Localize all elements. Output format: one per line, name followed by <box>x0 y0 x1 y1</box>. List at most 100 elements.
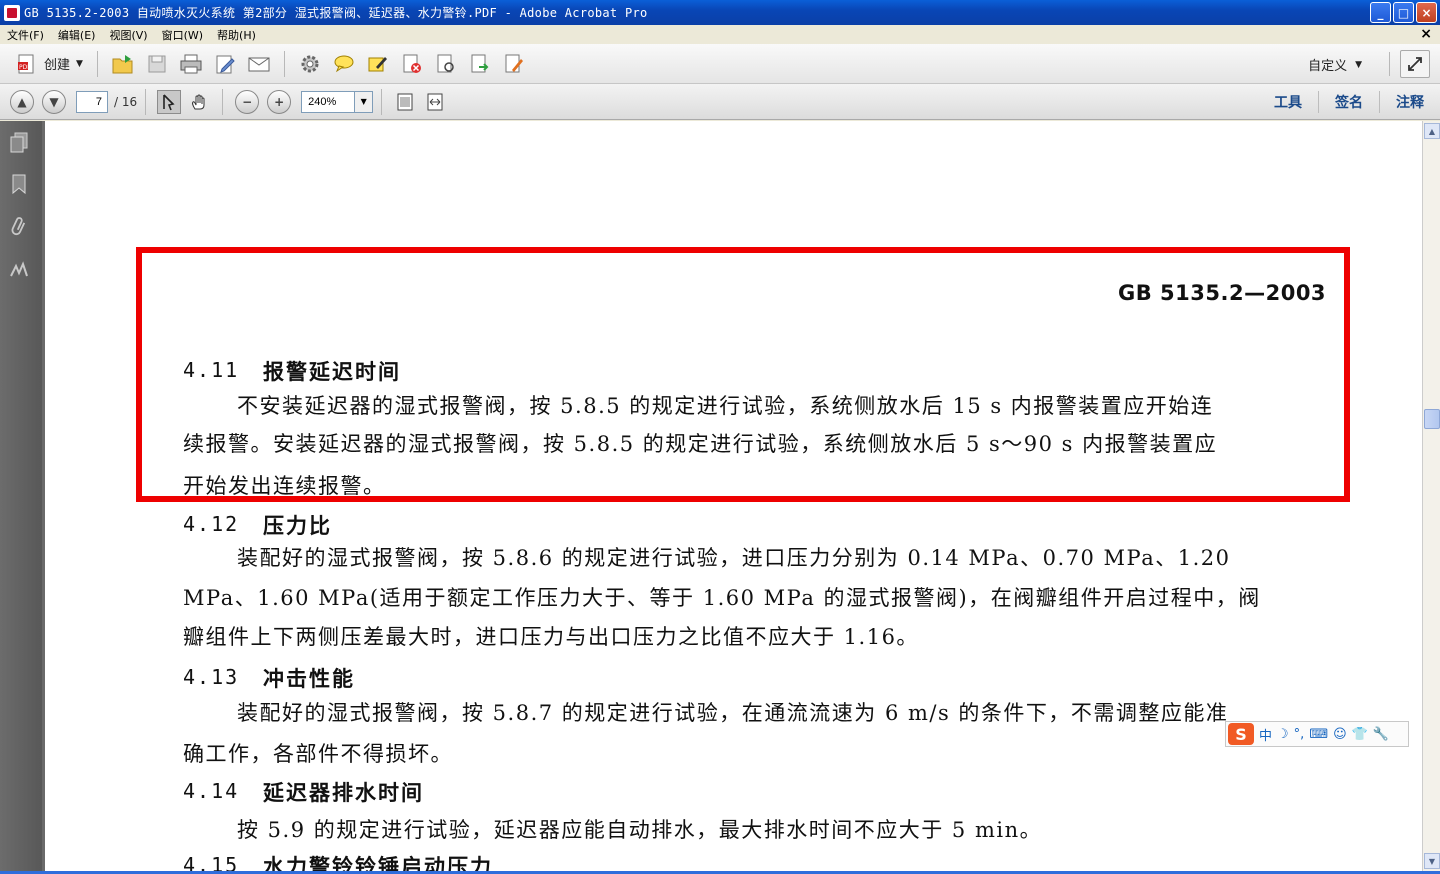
zoom-in-button[interactable]: + <box>267 89 292 114</box>
sogou-logo-icon[interactable]: S <box>1228 723 1254 745</box>
hand-icon <box>192 94 205 109</box>
page-total: / 16 <box>114 94 138 109</box>
toolbar-divider <box>283 50 285 77</box>
chevron-down-icon: ▼ <box>1355 59 1362 70</box>
sign-doc-button[interactable] <box>500 50 528 78</box>
search-pages-button[interactable] <box>432 50 460 78</box>
next-page-button[interactable]: ▼ <box>42 89 66 114</box>
menu-help[interactable]: 帮助(H) <box>210 27 263 43</box>
svg-text:PDF: PDF <box>19 64 31 71</box>
gear-icon <box>301 55 319 72</box>
toolbar-divider <box>381 88 383 115</box>
toolbar-divider <box>1389 52 1390 76</box>
email-button[interactable] <box>245 50 273 78</box>
main-toolbar: PDF 创建 ▼ 自定义 ▼ <box>0 44 1440 84</box>
paragraph-line: 装配好的湿式报警阀，按 5.8.6 的规定进行试验，进口压力分别为 0.14 M… <box>237 546 1231 570</box>
zoom-input[interactable] <box>301 90 356 113</box>
acrobat-icon <box>4 4 20 21</box>
attachments-button[interactable] <box>8 216 30 238</box>
bookmarks-button[interactable] <box>8 173 30 195</box>
toolbar-divider <box>222 88 224 115</box>
create-label: 创建 <box>44 58 71 73</box>
highlight-button[interactable] <box>364 50 392 78</box>
open-folder-icon <box>112 54 133 73</box>
export-button[interactable] <box>466 50 494 78</box>
highlighter-icon <box>368 56 387 71</box>
scroll-down-icon[interactable]: ▼ <box>1424 853 1440 869</box>
vertical-scrollbar[interactable]: ▲ ▼ <box>1422 121 1440 874</box>
page-number-input[interactable] <box>76 90 108 113</box>
arrow-up-icon: ▲ <box>17 94 27 109</box>
fit-width-icon <box>427 93 443 110</box>
punctuation-icon[interactable]: °, <box>1294 727 1305 742</box>
edit-button[interactable] <box>211 50 239 78</box>
scroll-up-icon[interactable]: ▲ <box>1424 123 1440 139</box>
section-title: 压力比 <box>263 514 332 538</box>
delete-page-icon <box>403 54 421 73</box>
close-document-icon[interactable]: × <box>1420 26 1432 42</box>
zoom-out-button[interactable]: − <box>235 89 260 114</box>
menu-edit[interactable]: 编辑(E) <box>51 27 103 43</box>
fit-page-icon <box>397 93 413 110</box>
pages-icon <box>10 132 28 153</box>
fullscreen-button[interactable] <box>1400 50 1430 78</box>
skin-icon[interactable]: 👕 <box>1352 727 1368 742</box>
previous-page-button[interactable]: ▲ <box>10 89 34 114</box>
text-cursor-icon <box>163 93 175 110</box>
signatures-button[interactable] <box>8 259 30 281</box>
signature-icon <box>10 261 28 277</box>
settings-button[interactable] <box>296 50 324 78</box>
select-tool-button[interactable] <box>157 89 182 114</box>
menu-window[interactable]: 窗口(W) <box>155 27 210 43</box>
expand-arrows-icon <box>1408 57 1422 71</box>
maximize-button[interactable]: □ <box>1393 2 1414 23</box>
close-button[interactable]: × <box>1416 2 1437 23</box>
save-button[interactable] <box>143 50 171 78</box>
comment-pane-link[interactable]: 注释 <box>1379 91 1440 113</box>
comment-button[interactable] <box>330 50 358 78</box>
printer-icon <box>180 54 202 73</box>
section-title: 冲击性能 <box>263 667 355 691</box>
menu-bar: 文件(F) 编辑(E) 视图(V) 窗口(W) 帮助(H) × <box>0 25 1440 44</box>
create-button[interactable]: PDF 创建 ▼ <box>10 49 89 79</box>
customize-label: 自定义 <box>1308 59 1348 74</box>
paragraph-line: 确工作，各部件不得损坏。 <box>183 742 453 766</box>
delete-page-button[interactable] <box>398 50 426 78</box>
menu-file[interactable]: 文件(F) <box>0 27 51 43</box>
open-button[interactable] <box>109 50 137 78</box>
minus-icon: − <box>242 94 253 109</box>
plus-icon: + <box>274 94 285 109</box>
window-title: GB 5135.2-2003 自动喷水灭火系统 第2部分 湿式报警阀、延迟器、水… <box>24 6 648 20</box>
paragraph-line: MPa、1.60 MPa(适用于额定工作压力大于、等于 1.60 MPa 的湿式… <box>183 586 1261 610</box>
sign-pen-icon <box>505 54 523 72</box>
paragraph-line: 瓣组件上下两侧压差最大时，进口压力与出口压力之比值不应大于 1.16。 <box>183 625 919 649</box>
scrollbar-thumb[interactable] <box>1424 409 1440 429</box>
zoom-select[interactable]: ▼ <box>301 90 374 113</box>
chevron-down-icon[interactable]: ▼ <box>355 90 374 113</box>
menu-view[interactable]: 视图(V) <box>102 27 154 43</box>
print-button[interactable] <box>177 50 205 78</box>
toolbar-divider <box>96 50 98 77</box>
hand-tool-button[interactable] <box>187 90 211 114</box>
window-controls: _ □ × <box>1370 2 1437 23</box>
arrow-down-icon: ▼ <box>49 94 59 109</box>
wrench-icon[interactable]: 🔧 <box>1373 727 1389 742</box>
minimize-button[interactable]: _ <box>1370 2 1391 23</box>
user-icon[interactable]: ☺ <box>1333 727 1347 742</box>
export-page-icon <box>471 54 489 72</box>
keyboard-icon[interactable]: ⌨ <box>1309 727 1328 742</box>
section-title: 延迟器排水时间 <box>263 781 424 805</box>
fit-width-button[interactable] <box>423 90 447 114</box>
customize-dropdown[interactable]: 自定义 ▼ <box>1308 55 1362 74</box>
tools-pane-link[interactable]: 工具 <box>1258 91 1318 113</box>
fit-page-button[interactable] <box>393 90 417 114</box>
ime-mode-toggle[interactable]: 中 <box>1259 725 1272 744</box>
section-number: 4.14 <box>183 779 240 803</box>
sign-pane-link[interactable]: 签名 <box>1318 91 1379 113</box>
document-viewport: GB 5135.2—2003 4.11 报警延迟时间 不安装延迟器的湿式报警阀，… <box>42 121 1423 874</box>
moon-icon[interactable]: ☽ <box>1277 727 1289 742</box>
page-thumbnails-button[interactable] <box>8 131 30 153</box>
ime-toolbar: S 中 ☽ °, ⌨ ☺ 👕 🔧 <box>1225 721 1409 747</box>
create-pdf-icon: PDF <box>18 54 34 73</box>
navigation-toolbar: ▲ ▼ / 16 − + ▼ 工具 签名 注释 <box>0 84 1440 120</box>
